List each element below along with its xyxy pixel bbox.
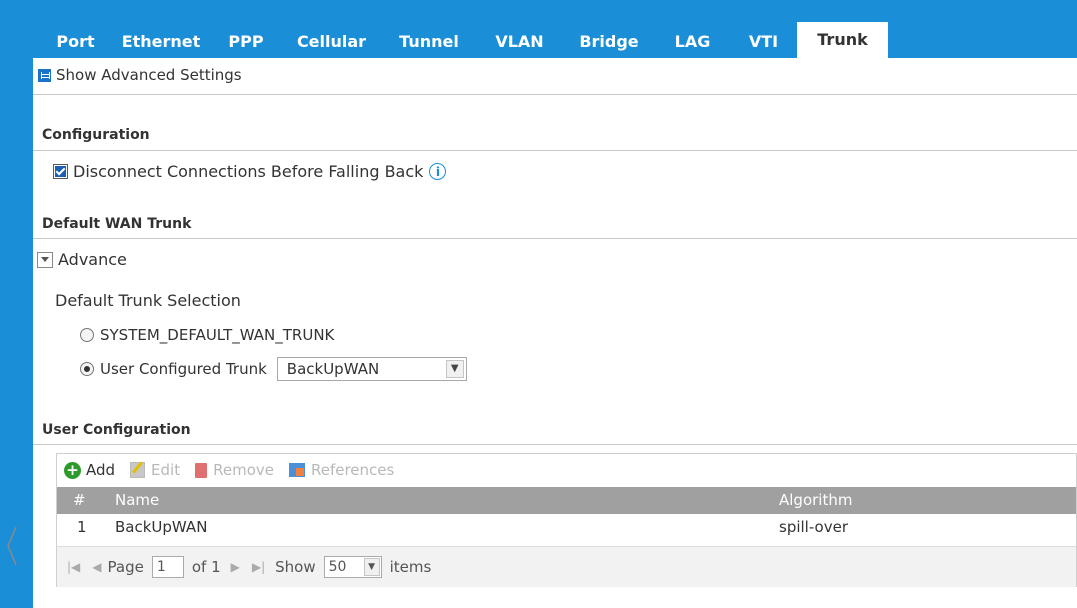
tab-port[interactable]: Port (40, 22, 111, 58)
system-default-option: SYSTEM_DEFAULT_WAN_TRUNK (80, 326, 334, 344)
user-configured-label: User Configured Trunk (100, 360, 267, 378)
edit-icon (130, 462, 146, 478)
trash-icon (195, 462, 208, 478)
page-of-label: of 1 (191, 558, 221, 576)
disconnect-connections-label: Disconnect Connections Before Falling Ba… (73, 162, 424, 181)
first-page-icon[interactable]: |◀ (67, 560, 80, 574)
default-trunk-selection-label: Default Trunk Selection (55, 291, 241, 310)
disconnect-connections-checkbox[interactable] (53, 164, 68, 179)
column-header-number[interactable]: # (73, 491, 86, 509)
show-label: Show (275, 558, 316, 576)
divider (33, 238, 1077, 239)
tab-trunk[interactable]: Trunk (797, 22, 888, 58)
trunk-select[interactable]: BackUpWAN ▼ (276, 357, 467, 381)
table-header: # Name Algorithm (57, 487, 1076, 514)
collapse-sidebar-icon[interactable] (5, 521, 19, 571)
table-toolbar: + Add Edit Remove References (64, 461, 409, 479)
tab-ethernet[interactable]: Ethernet (111, 22, 211, 58)
tab-bridge[interactable]: Bridge (563, 22, 655, 58)
references-button[interactable]: References (288, 461, 395, 479)
add-label: Add (86, 461, 116, 479)
prev-page-icon[interactable]: ◀ (92, 560, 101, 574)
section-title-configuration: Configuration (42, 127, 150, 143)
trunk-table: + Add Edit Remove References # Name Algo… (56, 453, 1077, 587)
disconnect-connections-row: Disconnect Connections Before Falling Ba… (53, 162, 447, 181)
remove-button[interactable]: Remove (195, 461, 274, 479)
table-row[interactable]: 1 BackUpWAN spill-over (57, 514, 1076, 544)
user-configured-option: User Configured Trunk BackUpWAN ▼ (80, 357, 467, 381)
pagination-bar: |◀ ◀ Page 1 of 1 ▶ ▶| Show 50 ▼ items (57, 546, 1076, 587)
cell-name: BackUpWAN (115, 518, 208, 536)
tab-cellular[interactable]: Cellular (281, 22, 382, 58)
table-icon (38, 68, 51, 82)
advance-label: Advance (58, 250, 127, 269)
section-title-user-configuration: User Configuration (42, 422, 191, 438)
expand-icon (37, 251, 53, 268)
references-icon (288, 463, 305, 477)
system-default-label: SYSTEM_DEFAULT_WAN_TRUNK (100, 326, 335, 344)
items-label: items (389, 558, 432, 576)
chevron-down-icon: ▼ (363, 558, 380, 576)
page-size-select[interactable]: 50 ▼ (323, 556, 382, 578)
page-label: Page (107, 558, 144, 576)
show-advanced-settings-label: Show Advanced Settings (56, 66, 242, 84)
references-label: References (310, 461, 395, 479)
column-header-algorithm[interactable]: Algorithm (779, 491, 852, 509)
add-button[interactable]: + Add (64, 461, 115, 479)
main-content: Show Advanced Settings Configuration Dis… (33, 58, 1077, 608)
plus-icon: + (64, 461, 81, 479)
tab-vti[interactable]: VTI (730, 22, 797, 58)
page-size-value: 50 (328, 559, 347, 575)
cell-number: 1 (77, 518, 87, 536)
tab-lag[interactable]: LAG (655, 22, 730, 58)
edit-button[interactable]: Edit (130, 461, 180, 479)
info-icon[interactable]: i (429, 163, 447, 180)
divider (33, 94, 1077, 95)
cell-algorithm: spill-over (779, 518, 848, 536)
divider (33, 444, 1077, 445)
tab-vlan[interactable]: VLAN (476, 22, 563, 58)
chevron-down-icon: ▼ (445, 360, 464, 378)
next-page-icon[interactable]: ▶ (231, 560, 240, 574)
divider (33, 150, 1077, 151)
page-input[interactable]: 1 (151, 556, 184, 578)
system-default-radio[interactable] (80, 328, 94, 342)
last-page-icon[interactable]: ▶| (252, 560, 265, 574)
edit-label: Edit (151, 461, 181, 479)
remove-label: Remove (213, 461, 274, 479)
column-header-name[interactable]: Name (115, 491, 159, 509)
advance-toggle[interactable]: Advance (37, 250, 127, 269)
left-sidebar-strip (0, 0, 33, 608)
user-configured-radio[interactable] (80, 362, 94, 376)
section-title-default-wan-trunk: Default WAN Trunk (42, 216, 192, 232)
tab-bar: Port Ethernet PPP Cellular Tunnel VLAN B… (40, 22, 888, 58)
show-advanced-settings-link[interactable]: Show Advanced Settings (38, 66, 242, 84)
trunk-select-value: BackUpWAN (286, 360, 380, 378)
tab-tunnel[interactable]: Tunnel (382, 22, 476, 58)
tab-ppp[interactable]: PPP (211, 22, 281, 58)
